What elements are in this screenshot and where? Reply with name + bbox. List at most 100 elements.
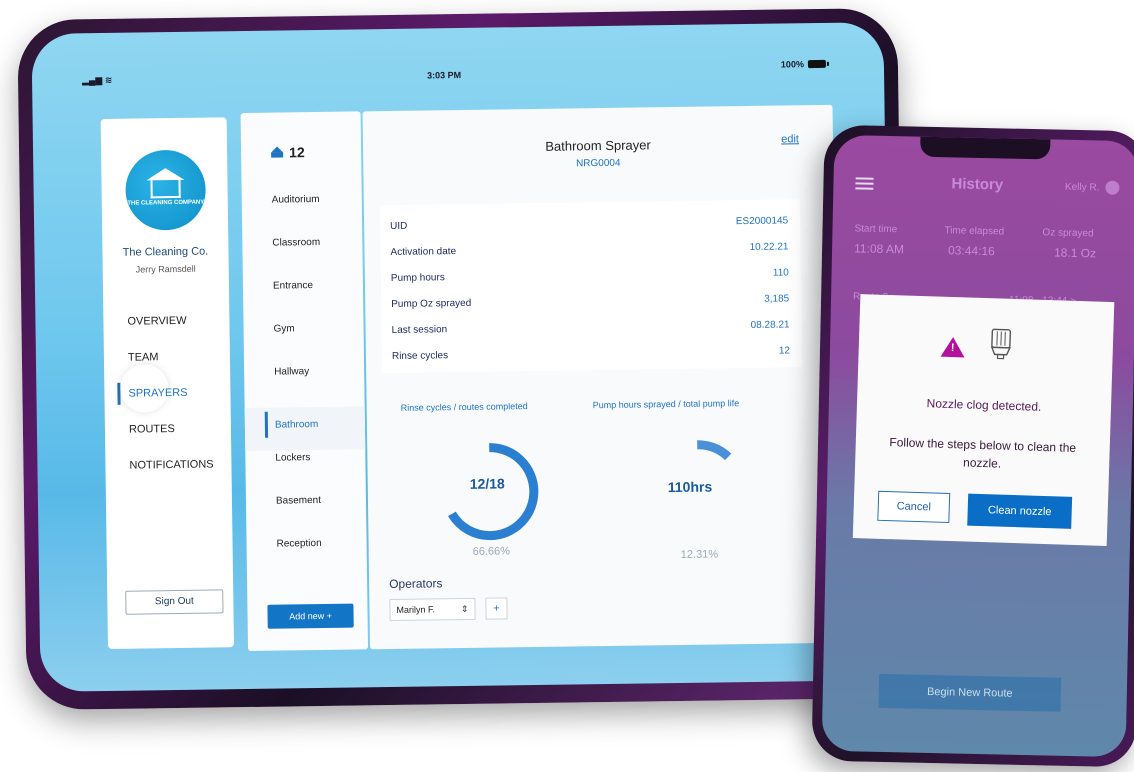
logo-text: THE CLEANING COMPANY — [127, 199, 205, 207]
company-logo: THE CLEANING COMPANY — [125, 149, 207, 231]
begin-new-route-button[interactable]: Begin New Route — [878, 673, 1062, 712]
active-indicator — [264, 411, 269, 438]
location-label: Classroom — [272, 236, 321, 249]
col-header-start: Start time — [854, 223, 898, 236]
location-item-reception[interactable]: Reception — [246, 535, 367, 580]
tablet-device: ▂▄▆ ≋ 3:03 PM 100% THE CLEANING COMPANY … — [17, 7, 907, 711]
sidebar-nav: OVERVIEW TEAM SPRAYERS ROUTES NOTIFICATI… — [117, 313, 214, 494]
oz-value: 18.1 Oz — [1053, 245, 1097, 261]
phone-title: History — [951, 175, 1004, 194]
status-time: 3:03 PM — [426, 69, 462, 81]
modal-message: Nozzle clog detected. — [926, 396, 1042, 414]
select-arrows-icon: ⇕ — [460, 603, 469, 615]
sign-out-button[interactable]: Sign Out — [125, 589, 224, 615]
operators-title: Operators — [389, 576, 443, 592]
info-value: 08.28.21 — [750, 319, 790, 331]
location-item-basement[interactable]: Basement — [246, 492, 367, 537]
location-count-value: 12 — [288, 144, 305, 161]
nav-label: NOTIFICATIONS — [129, 458, 214, 472]
nav-item-routes[interactable]: ROUTES — [129, 421, 214, 458]
nav-label: TEAM — [127, 351, 159, 364]
phone-notch — [920, 136, 1051, 160]
info-key: Last session — [391, 324, 448, 336]
info-value: ES2000145 — [735, 215, 789, 228]
elapsed-value: 03:44:16 — [947, 243, 995, 259]
building-icon — [271, 146, 283, 158]
info-row-last-session: Last session 08.28.21 — [392, 319, 790, 345]
nav-label: ROUTES — [128, 423, 175, 436]
location-label: Entrance — [272, 280, 314, 292]
info-key: Activation date — [390, 246, 457, 258]
start-time-value: 11:08 AM — [853, 241, 905, 257]
phone-screen: History Kelly R. Start time Time elapsed… — [821, 134, 1134, 758]
nav-item-overview[interactable]: OVERVIEW — [127, 313, 212, 350]
location-item-auditorium[interactable]: Auditorium — [242, 191, 363, 236]
info-value: 12 — [778, 345, 790, 357]
phone-device: History Kelly R. Start time Time elapsed… — [811, 124, 1134, 768]
col-header-oz: Oz sprayed — [1042, 227, 1094, 240]
org-name: The Cleaning Co. — [122, 245, 209, 259]
nav-item-notifications[interactable]: NOTIFICATIONS — [129, 457, 214, 494]
phone-user[interactable]: Kelly R. — [1065, 180, 1120, 195]
location-item-gym[interactable]: Gym — [243, 320, 364, 365]
location-count: 12 — [271, 144, 305, 160]
operator-select[interactable]: Marilyn F. ⇕ — [389, 597, 476, 622]
location-list: Auditorium Classroom Entrance Gym Hallwa… — [242, 191, 367, 580]
add-new-button[interactable]: Add new + — [267, 603, 354, 629]
nozzle-icon — [990, 328, 1012, 360]
battery-icon — [807, 59, 826, 69]
info-key: UID — [390, 220, 408, 232]
info-value: 10.22.21 — [749, 241, 789, 253]
battery-percent: 100% — [780, 59, 804, 70]
location-label: Auditorium — [271, 193, 320, 206]
info-row-pump-hours: Pump hours 110 — [391, 267, 789, 293]
location-item-lockers[interactable]: Lockers — [245, 449, 366, 494]
sprayer-id: NRG0004 — [575, 157, 621, 170]
pump-hours-value: 110hrs — [667, 478, 713, 496]
location-label: Hallway — [274, 366, 310, 378]
modal-steps: Follow the steps below to clean the nozz… — [889, 435, 1077, 471]
edit-link[interactable]: edit — [781, 133, 799, 145]
sidebar: THE CLEANING COMPANY The Cleaning Co. Je… — [100, 117, 235, 649]
cancel-button[interactable]: Cancel — [877, 490, 951, 524]
operator-selected: Marilyn F. — [396, 604, 436, 615]
user-name: Jerry Ramsdell — [135, 263, 196, 275]
rinse-percent: 66.66% — [472, 545, 511, 558]
tablet-screen: ▂▄▆ ≋ 3:03 PM 100% THE CLEANING COMPANY … — [31, 22, 893, 692]
clean-nozzle-button[interactable]: Clean nozzle — [967, 493, 1073, 529]
nav-item-sprayers[interactable]: SPRAYERS — [117, 364, 213, 422]
user-avatar-icon — [1105, 180, 1120, 195]
rinse-ratio: 12/18 — [469, 475, 505, 492]
location-label: Reception — [276, 537, 322, 550]
location-label: Lockers — [275, 452, 311, 464]
nav-label: OVERVIEW — [127, 314, 187, 328]
location-list-panel: 12 Auditorium Classroom Entrance Gym Hal… — [240, 111, 369, 652]
add-operator-button[interactable]: + — [485, 597, 508, 620]
pump-percent: 12.31% — [680, 548, 719, 561]
nozzle-clog-modal: Nozzle clog detected. Follow the steps b… — [852, 294, 1115, 546]
nav-label: SPRAYERS — [128, 386, 188, 400]
location-label: Gym — [273, 323, 295, 335]
info-row-rinse-cycles: Rinse cycles 12 — [392, 345, 790, 371]
signal-wifi-icon: ▂▄▆ ≋ — [82, 74, 113, 86]
sprayer-detail-panel: Bathroom Sprayer NRG0004 edit UID ES20001… — [362, 104, 840, 650]
info-key: Rinse cycles — [391, 350, 449, 362]
info-value: 110 — [772, 267, 789, 279]
sprayer-info-card: UID ES2000145 Activation date 10.22.21 Pum… — [379, 199, 803, 374]
status-battery: 100% — [781, 59, 826, 70]
info-key: Pump hours — [390, 272, 445, 284]
sprayer-title: Bathroom Sprayer — [545, 137, 651, 154]
info-key: Pump Oz sprayed — [391, 297, 472, 310]
location-item-entrance[interactable]: Entrance — [243, 277, 364, 322]
hamburger-menu-icon[interactable] — [855, 177, 874, 190]
location-item-hallway[interactable]: Hallway — [244, 363, 365, 408]
info-row-activation: Activation date 10.22.21 — [390, 241, 788, 267]
rinse-chart-label: Rinse cycles / routes completed — [400, 401, 528, 413]
location-item-classroom[interactable]: Classroom — [242, 234, 363, 279]
info-value: 3,185 — [764, 293, 790, 305]
house-icon — [150, 179, 181, 198]
info-row-uid: UID ES2000145 — [390, 215, 788, 241]
location-item-bathroom[interactable]: Bathroom — [244, 406, 366, 452]
warning-icon — [940, 336, 966, 358]
status-bar: ▂▄▆ ≋ 3:03 PM 100% — [32, 59, 884, 90]
